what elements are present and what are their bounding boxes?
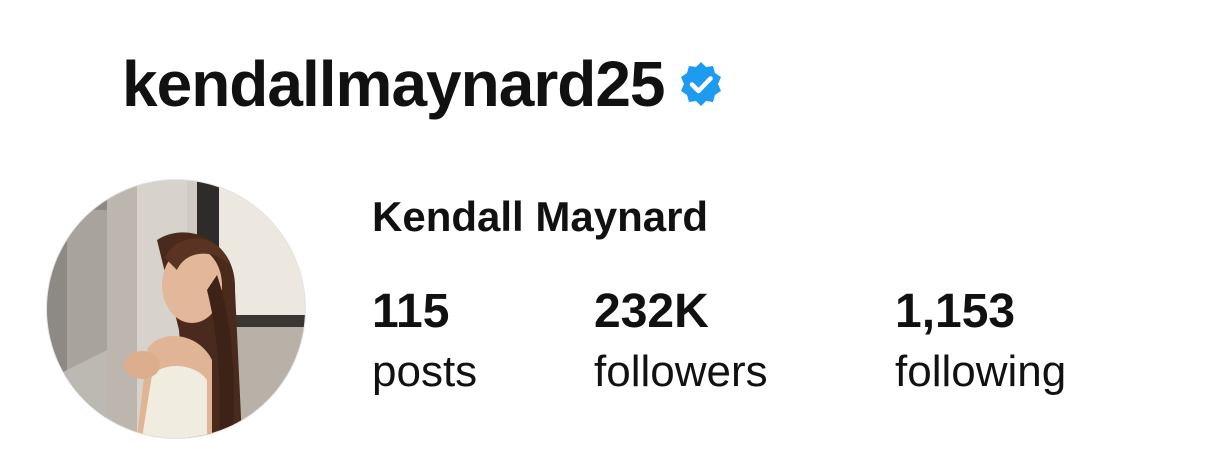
- username-row: kendallmaynard25: [122, 44, 725, 124]
- username: kendallmaynard25: [122, 48, 665, 120]
- display-name: Kendall Maynard: [372, 193, 709, 240]
- profile-header: kendallmaynard25 Kendall Maynard 115 pos…: [0, 0, 1206, 464]
- following-count: 1,153: [895, 285, 1016, 338]
- profile-avatar[interactable]: [47, 180, 305, 438]
- followers-stat[interactable]: 232K followers: [594, 288, 768, 394]
- following-stat[interactable]: 1,153 following: [895, 288, 1066, 394]
- verified-badge-icon: [677, 60, 725, 108]
- posts-label: posts: [372, 347, 478, 396]
- avatar-photo: [47, 180, 305, 438]
- followers-count: 232K: [594, 285, 709, 338]
- followers-label: followers: [594, 347, 768, 396]
- posts-count: 115: [372, 285, 450, 338]
- following-label: following: [895, 347, 1067, 396]
- posts-stat[interactable]: 115 posts: [372, 288, 477, 394]
